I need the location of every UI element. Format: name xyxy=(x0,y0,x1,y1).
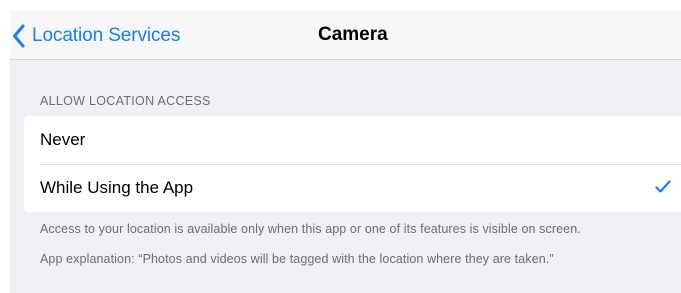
settings-page: Location Services Camera ALLOW LOCATION … xyxy=(10,10,681,293)
option-label: Never xyxy=(40,130,86,149)
location-access-options: Never While Using the App xyxy=(24,116,681,212)
option-label: While Using the App xyxy=(40,178,194,197)
page-title: Camera xyxy=(318,24,388,45)
app-explanation: App explanation: “Photos and videos will… xyxy=(40,252,554,266)
footer-note: Access to your location is available onl… xyxy=(40,222,581,236)
screen: Location Services Camera ALLOW LOCATION … xyxy=(0,0,681,293)
checkmark-icon xyxy=(655,180,671,199)
back-button[interactable]: Location Services xyxy=(12,22,180,50)
section-header: ALLOW LOCATION ACCESS xyxy=(40,94,211,108)
option-while-using-the-app[interactable]: While Using the App xyxy=(24,164,681,212)
option-never[interactable]: Never xyxy=(24,116,681,164)
back-button-label: Location Services xyxy=(32,25,181,46)
navigation-bar: Location Services Camera xyxy=(10,10,681,60)
chevron-left-icon xyxy=(12,24,26,48)
